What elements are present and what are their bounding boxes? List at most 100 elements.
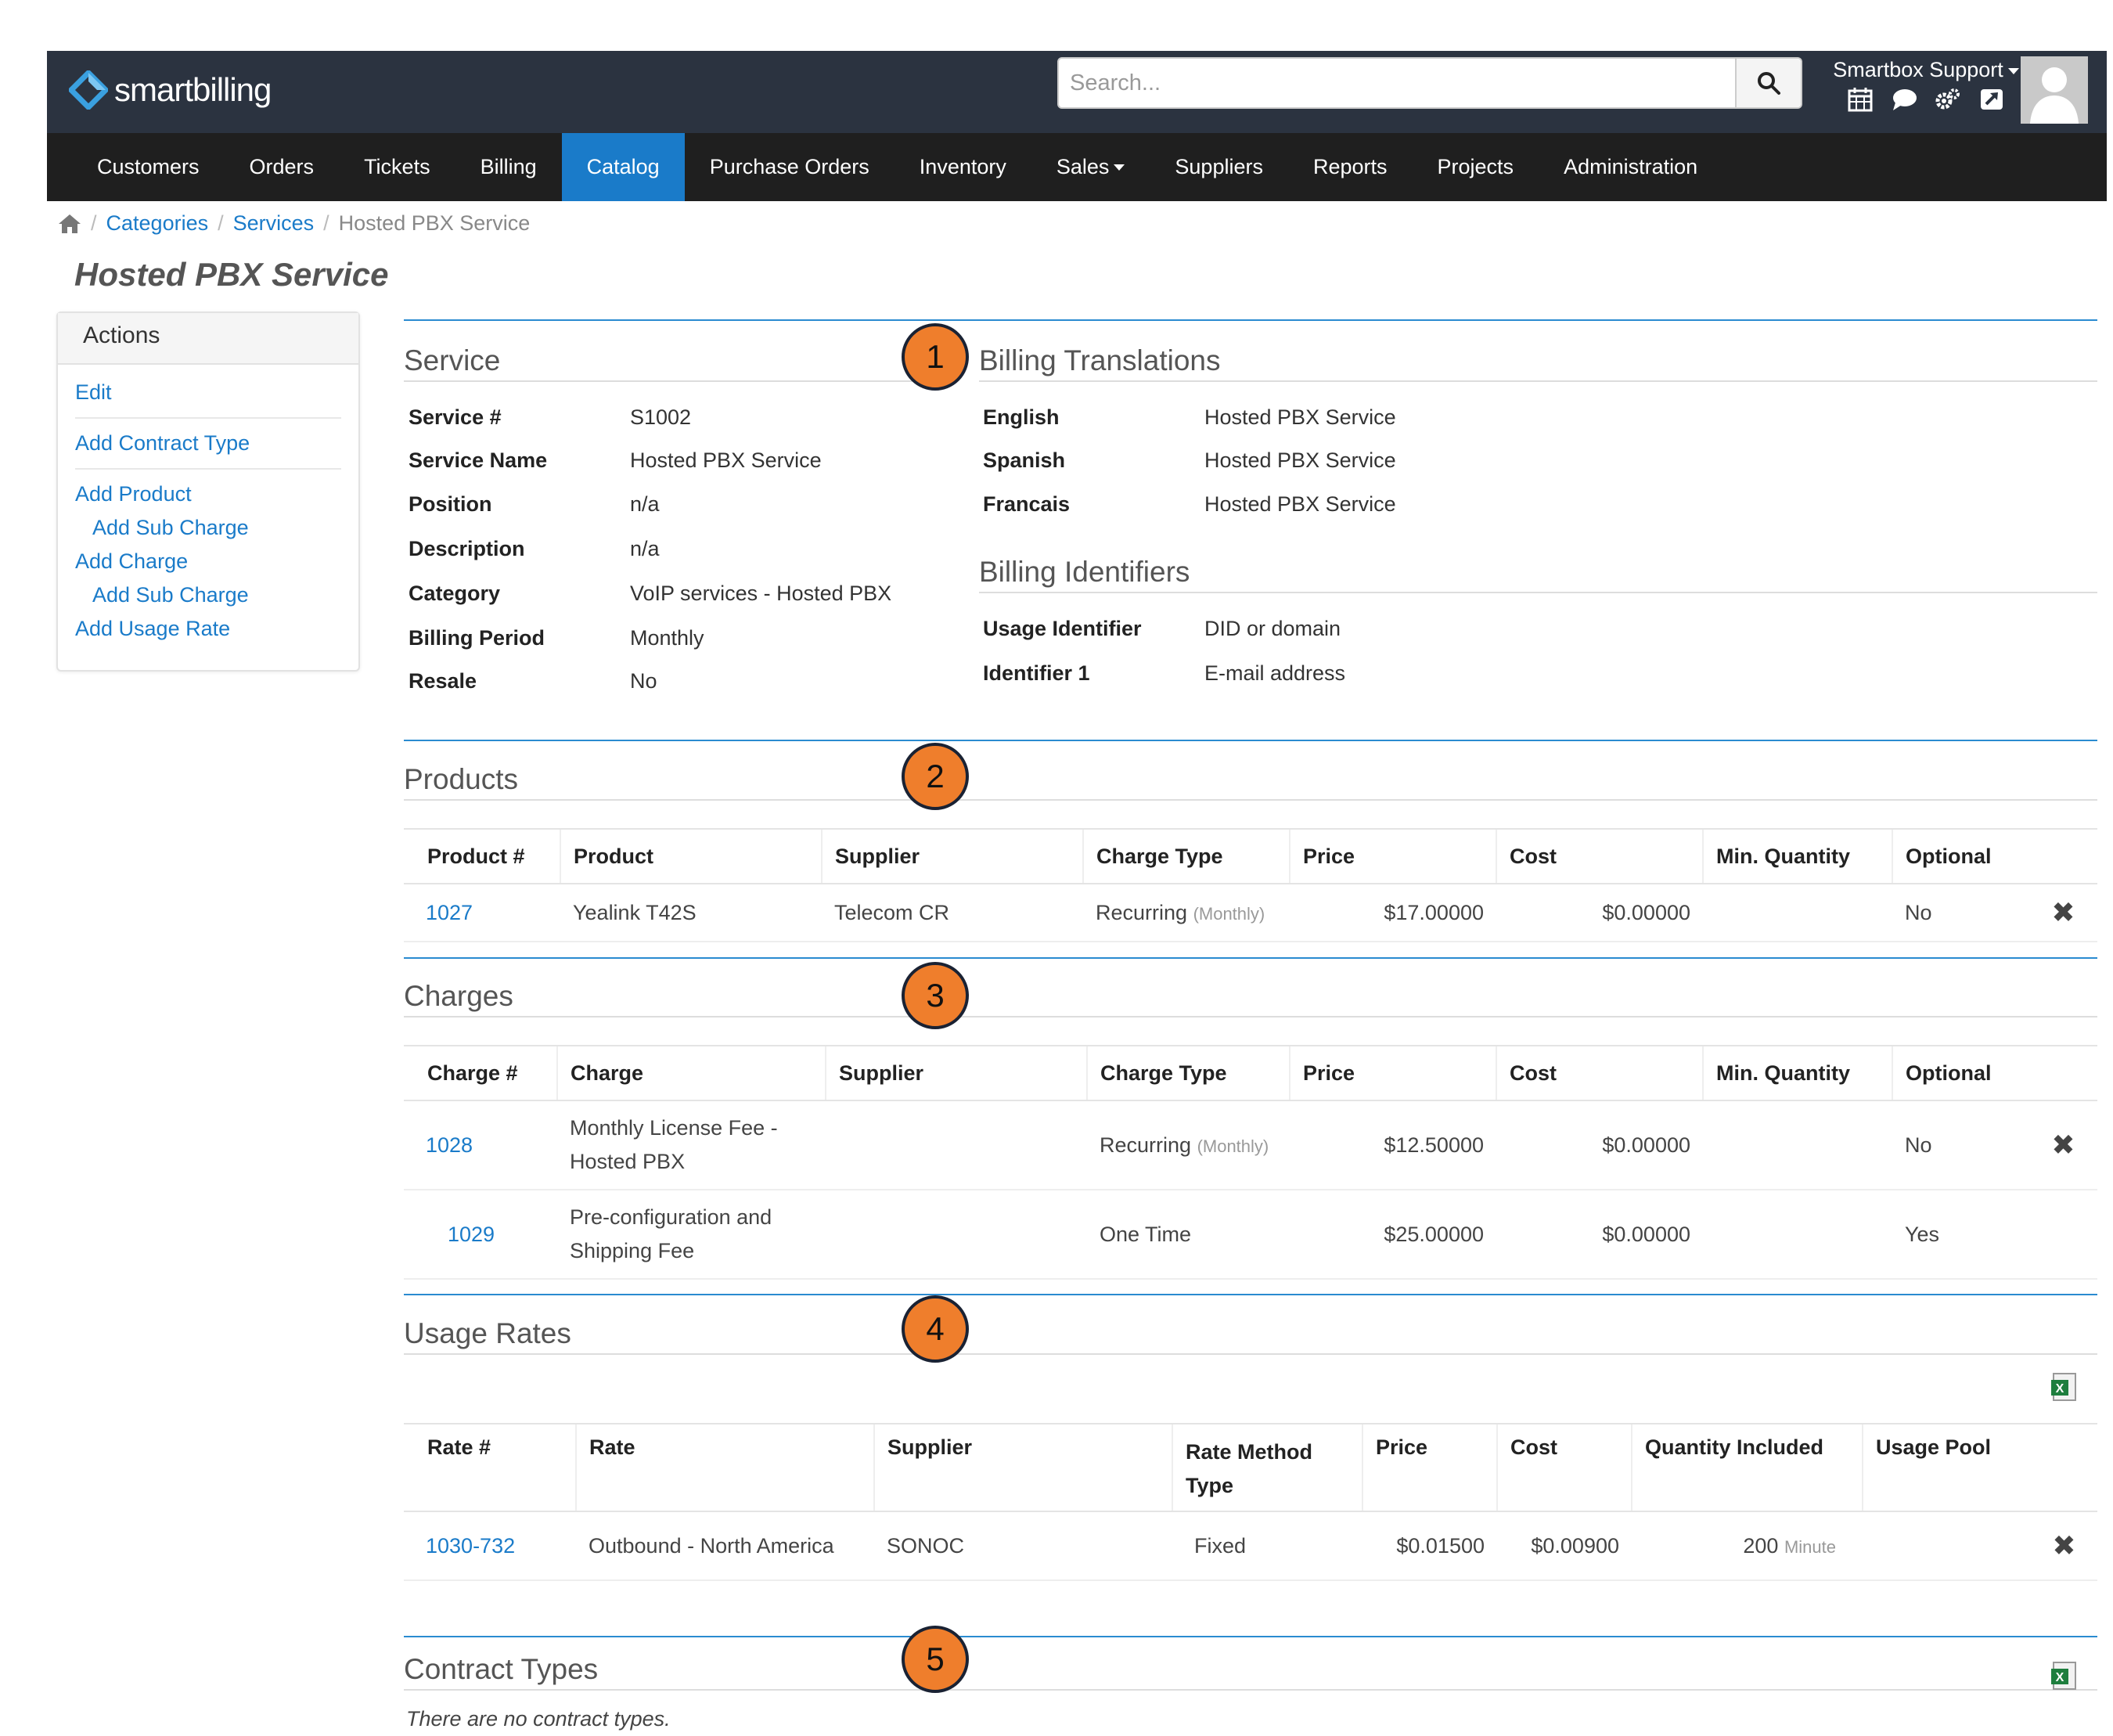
field-label: Francais (983, 492, 1071, 516)
charge-price: $12.50000 (1290, 1100, 1496, 1190)
charge-period: (Monthly) (1197, 1136, 1269, 1156)
column-header-line: Type (1186, 1474, 1234, 1497)
search-input[interactable] (1059, 59, 1735, 107)
breadcrumb-categories[interactable]: Categories (106, 211, 209, 236)
field-value: Hosted PBX Service (630, 448, 822, 472)
field-value: Hosted PBX Service (1204, 405, 1396, 429)
field-value: n/a (630, 492, 660, 516)
billing-identifiers-title: Billing Identifiers (979, 556, 2097, 593)
rate-method: Fixed (1172, 1511, 1362, 1581)
search-button[interactable] (1735, 59, 1801, 107)
charge-type: Recurring (1100, 1133, 1192, 1157)
column-header[interactable]: Charge (556, 1045, 826, 1101)
nav-reports[interactable]: Reports (1288, 133, 1413, 201)
column-header[interactable]: Charge # (404, 1045, 557, 1101)
contract-types-section-title: Contract Types (404, 1653, 2097, 1691)
nav-sales[interactable]: Sales (1031, 133, 1150, 201)
table-row: 1027 Yealink T42S Telecom CR Recurring (… (404, 884, 2097, 942)
home-icon[interactable] (58, 214, 81, 234)
column-header[interactable]: Product # (404, 828, 560, 884)
nav-tickets[interactable]: Tickets (339, 133, 455, 201)
column-header[interactable]: Supplier (825, 1045, 1087, 1101)
action-add-product[interactable]: Add Product (75, 482, 192, 506)
nav-inventory[interactable]: Inventory (895, 133, 1031, 201)
product-optional: No (1892, 884, 2029, 942)
action-add-charge[interactable]: Add Charge (75, 549, 188, 573)
column-header[interactable]: Cost (1496, 1045, 1703, 1101)
callout-badge-3: 3 (902, 962, 969, 1029)
column-header[interactable]: Usage Pool (1862, 1423, 2031, 1512)
delete-usage-rate-icon[interactable]: ✖ (2031, 1511, 2097, 1581)
action-add-product-sub-charge[interactable]: Add Sub Charge (92, 516, 249, 539)
charge-number-link[interactable]: 1028 (426, 1133, 473, 1157)
external-link-icon[interactable] (1978, 87, 2005, 112)
column-header[interactable]: Optional (1892, 828, 2029, 884)
gears-icon[interactable] (1935, 87, 1961, 112)
column-header[interactable]: Supplier (821, 828, 1083, 884)
calendar-icon[interactable] (1847, 87, 1874, 112)
charge-cost: $0.00000 (1496, 1190, 1703, 1280)
column-header[interactable]: Cost (1496, 1423, 1632, 1512)
column-header[interactable]: Price (1289, 1045, 1496, 1101)
field-value: No (630, 669, 657, 693)
action-add-contract-type[interactable]: Add Contract Type (75, 431, 250, 455)
action-edit[interactable]: Edit (75, 380, 112, 404)
delete-product-icon[interactable]: ✖ (2029, 884, 2097, 942)
column-header[interactable]: Rate # (404, 1423, 576, 1512)
field-label: Resale (409, 669, 477, 693)
avatar[interactable] (2021, 56, 2088, 124)
table-header-row: Rate # Rate Supplier Rate Method Type Pri… (404, 1423, 2097, 1512)
column-header[interactable]: Min. Quantity (1702, 1045, 1892, 1101)
column-header[interactable]: Rate (575, 1423, 874, 1512)
excel-export-icon[interactable]: X (2050, 1372, 2080, 1402)
column-header[interactable]: Product (560, 828, 822, 884)
column-header[interactable]: Charge Type (1082, 828, 1290, 884)
nav-administration[interactable]: Administration (1539, 133, 1722, 201)
nav-purchase-orders[interactable]: Purchase Orders (685, 133, 895, 201)
page-title: Hosted PBX Service (74, 256, 389, 293)
user-silhouette-icon (2030, 67, 2079, 124)
column-header[interactable]: Price (1362, 1423, 1497, 1512)
breadcrumb-services[interactable]: Services (233, 211, 315, 236)
callout-badge-2: 2 (902, 743, 969, 810)
action-add-usage-rate[interactable]: Add Usage Rate (75, 617, 230, 640)
empty-state-text: There are no contract types. (406, 1707, 671, 1731)
chevron-down-icon (1114, 164, 1125, 171)
column-header[interactable]: Rate Method Type (1172, 1423, 1362, 1512)
column-header[interactable]: Supplier (873, 1423, 1172, 1512)
nav-catalog[interactable]: Catalog (561, 133, 685, 201)
nav-billing[interactable]: Billing (455, 133, 562, 201)
nav-projects[interactable]: Projects (1413, 133, 1539, 201)
action-add-charge-sub-charge[interactable]: Add Sub Charge (92, 583, 249, 607)
products-table: Product # Product Supplier Charge Type P… (404, 828, 2097, 942)
main-nav: Customers Orders Tickets Billing Catalog… (47, 133, 2107, 201)
delete-charge-icon[interactable]: ✖ (2029, 1100, 2097, 1190)
callout-badge-4: 4 (902, 1295, 969, 1363)
quantity-unit: Minute (1784, 1536, 1836, 1557)
field-value: DID or domain (1204, 617, 1341, 640)
rate-number-link[interactable]: 1030-732 (426, 1534, 515, 1558)
column-header[interactable]: Cost (1496, 828, 1703, 884)
logo[interactable]: smartbilling (69, 70, 272, 110)
field-label: Spanish (983, 448, 1066, 472)
charges-section-title: Charges (404, 980, 2097, 1017)
sub-charge-number-link[interactable]: 1029 (448, 1223, 495, 1246)
section-divider (404, 957, 2097, 959)
service-section-title: Service (404, 344, 944, 382)
nav-customers[interactable]: Customers (72, 133, 225, 201)
column-header[interactable]: Charge Type (1086, 1045, 1290, 1101)
user-menu-toggle[interactable]: Smartbox Support (1797, 58, 2055, 82)
nav-orders[interactable]: Orders (225, 133, 340, 201)
user-shortcuts (1797, 87, 2055, 112)
column-header[interactable]: Price (1289, 828, 1496, 884)
column-header[interactable]: Min. Quantity (1702, 828, 1892, 884)
column-header[interactable]: Quantity Included (1631, 1423, 1863, 1512)
search-icon (1758, 72, 1780, 95)
excel-export-icon[interactable]: X (2050, 1661, 2080, 1691)
nav-suppliers[interactable]: Suppliers (1150, 133, 1288, 201)
column-header[interactable]: Optional (1892, 1045, 2029, 1101)
chat-icon[interactable] (1891, 87, 1917, 112)
product-number-link[interactable]: 1027 (426, 901, 473, 924)
products-section-title: Products (404, 763, 2097, 801)
section-divider (404, 1636, 2097, 1637)
